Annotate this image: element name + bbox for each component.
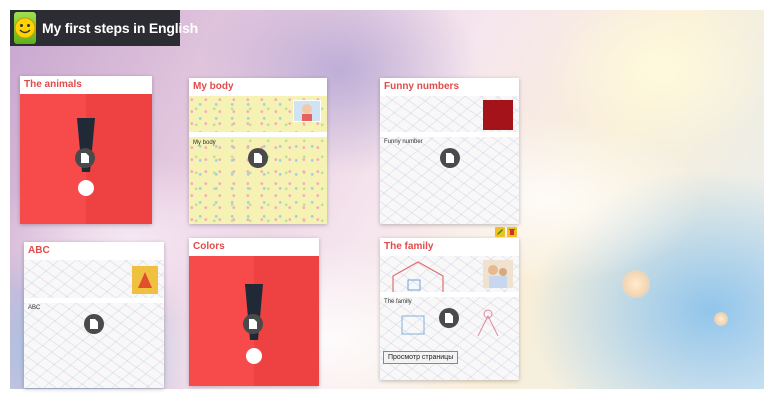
document-icon[interactable] xyxy=(75,148,95,168)
card-title: ABC xyxy=(24,242,164,260)
document-icon[interactable] xyxy=(248,148,268,168)
smiley-logo-icon[interactable] xyxy=(14,12,36,44)
tooltip-view-page: Просмотр страницы xyxy=(383,351,459,364)
document-icon[interactable] xyxy=(243,314,263,334)
card-preview: ABC xyxy=(24,260,164,388)
delete-icon[interactable] xyxy=(507,227,517,237)
app-title: My first steps in English xyxy=(42,20,199,36)
card-preview xyxy=(20,94,152,224)
card-subtitle: The family xyxy=(384,299,412,305)
card-title: The animals xyxy=(20,76,152,94)
sun-glare-small xyxy=(714,312,728,326)
card-funny-numbers[interactable]: Funny numbers Funny number xyxy=(380,78,519,224)
card-colors[interactable]: Colors xyxy=(189,238,319,386)
card-preview: My body xyxy=(189,96,327,224)
app-header: My first steps in English xyxy=(10,10,198,46)
edit-icon[interactable] xyxy=(495,227,505,237)
card-subtitle: ABC xyxy=(28,305,41,311)
card-title: My body xyxy=(189,78,327,96)
card-title: The family xyxy=(380,238,519,256)
document-icon[interactable] xyxy=(439,308,459,328)
card-abc[interactable]: ABC ABC xyxy=(24,242,164,388)
thumbnail-image xyxy=(483,260,513,288)
thumbnail-image xyxy=(132,266,158,294)
sun-glare xyxy=(622,270,650,298)
card-title: Funny numbers xyxy=(380,78,519,96)
document-icon[interactable] xyxy=(440,148,460,168)
card-title: Colors xyxy=(189,238,319,256)
card-subtitle: My body xyxy=(193,140,216,146)
document-icon[interactable] xyxy=(84,314,104,334)
thumbnail-image xyxy=(483,100,513,130)
card-the-animals[interactable]: The animals xyxy=(20,76,152,224)
card-preview: Funny number xyxy=(380,96,519,224)
thumbnail-image xyxy=(293,100,321,122)
card-subtitle: Funny number xyxy=(384,139,423,145)
card-preview xyxy=(189,256,319,386)
card-my-body[interactable]: My body My body xyxy=(189,78,327,224)
